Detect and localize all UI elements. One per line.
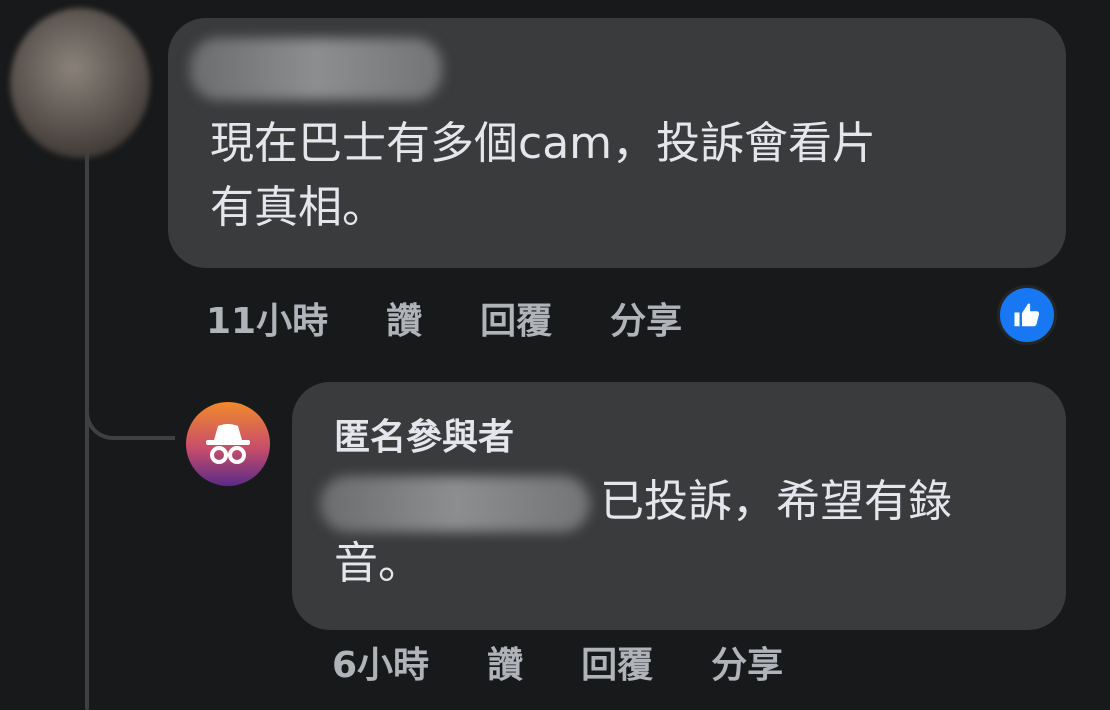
reply-timestamp[interactable]: 6小時 [332, 636, 429, 688]
reply-share-button[interactable]: 分享 [711, 636, 783, 688]
comment-text-line-1: 現在巴士有多個cam，投訴會看片 [210, 118, 877, 169]
comment-actions: 11小時 讚 回覆 分享 [206, 292, 682, 344]
reply-button[interactable]: 回覆 [480, 292, 552, 344]
comment-bubble: 現在巴士有多個cam，投訴會看片 有真相。 [168, 18, 1066, 268]
reply-author-name[interactable]: 匿名參與者 [334, 408, 514, 460]
comment-timestamp[interactable]: 11小時 [206, 292, 328, 344]
reply-bubble: 匿名參與者 已投訴，希望有錄 音。 [292, 382, 1066, 630]
reply-reply-button[interactable]: 回覆 [581, 636, 653, 688]
thumbs-up-icon[interactable] [997, 285, 1057, 345]
reply-text-line-2: 音。 [334, 538, 422, 589]
incognito-icon[interactable] [186, 402, 270, 486]
commenter-avatar[interactable] [10, 8, 150, 158]
share-button[interactable]: 分享 [610, 292, 682, 344]
reply-text-line-1: 已投訴，希望有錄 [600, 476, 952, 527]
reply-actions: 6小時 讚 回覆 分享 [332, 636, 783, 688]
thread-connector [85, 380, 175, 440]
redacted-author-name[interactable] [190, 38, 442, 100]
thread-line [85, 150, 89, 710]
reply-like-button[interactable]: 讚 [487, 636, 523, 688]
redacted-mention[interactable] [320, 476, 590, 532]
like-button[interactable]: 讚 [386, 292, 422, 344]
comment-text-line-2: 有真相。 [210, 182, 386, 233]
